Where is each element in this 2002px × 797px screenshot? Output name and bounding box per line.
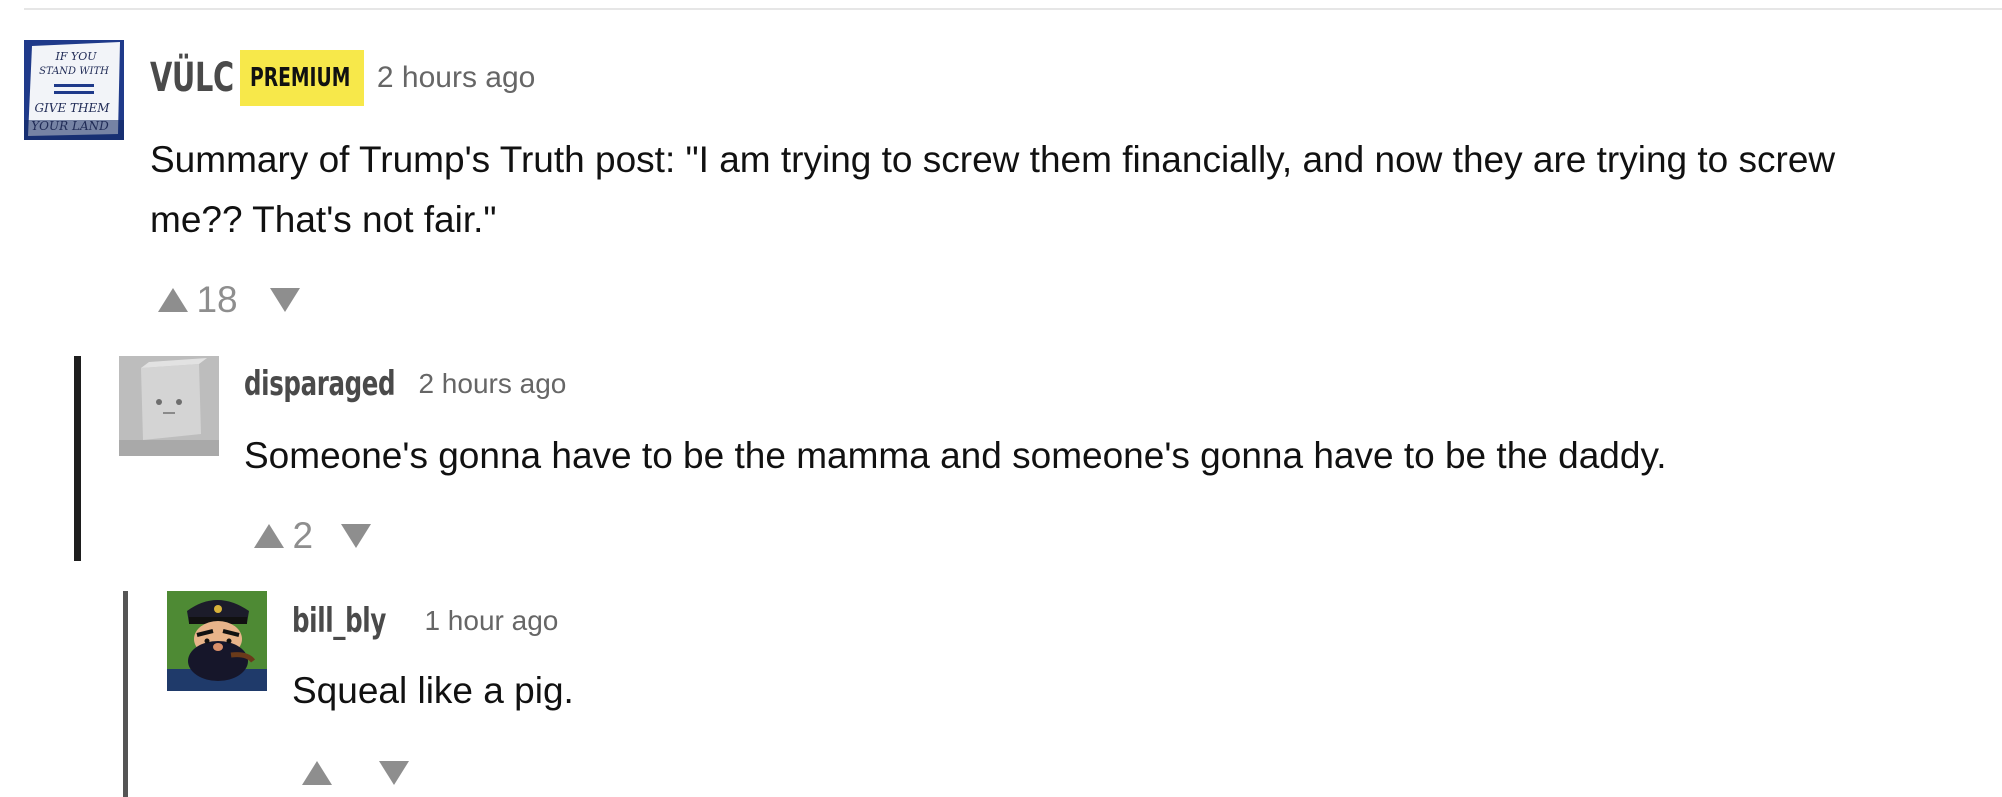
avatar-image [167,591,267,691]
comment-body-line: Squeal like a pig. [292,670,574,711]
comment: IF YOU STAND WITH GIVE THEM YOUR LAND VÜ… [0,0,2002,330]
downvote-arrow-icon[interactable] [270,288,301,312]
upvote-arrow-icon[interactable] [158,288,188,312]
avatar-image [119,356,219,456]
downvote-arrow-icon[interactable] [341,524,372,548]
avatar[interactable]: IF YOU STAND WITH GIVE THEM YOUR LAND [24,40,124,140]
vote-controls [302,750,409,796]
svg-text:GIVE THEM: GIVE THEM [34,101,110,115]
comment-body-line: me?? That's not fair." [150,199,497,240]
comment-reply: bill_bly 1 hour ago Squeal like a pig. [0,585,2002,797]
timestamp[interactable]: 1 hour ago [424,599,558,643]
avatar-image: IF YOU STAND WITH GIVE THEM YOUR LAND [24,40,124,140]
thread-line[interactable] [74,356,81,561]
avatar[interactable] [119,356,219,456]
comment-body-line: Someone's gonna have to be the mamma and… [244,435,1667,476]
comment-meta: bill_bly 1 hour ago [292,599,558,643]
comment-meta: disparaged 2 hours ago [244,362,566,406]
vote-controls: 18 [158,277,301,323]
premium-badge-label: PREMIUM [250,63,351,93]
comment-body: Summary of Trump's Truth post: "I am try… [150,130,2000,250]
thread-line[interactable] [123,591,128,797]
vote-score: 18 [196,279,238,320]
timestamp[interactable]: 2 hours ago [377,50,535,106]
upvote-arrow-icon[interactable] [302,760,332,785]
upvote-arrow-icon[interactable] [254,524,284,548]
avatar[interactable] [167,591,267,691]
username[interactable]: disparaged [244,362,396,406]
svg-text:YOUR LAND: YOUR LAND [31,119,109,133]
timestamp[interactable]: 2 hours ago [418,362,566,406]
username[interactable]: bill_bly [292,599,386,643]
comment-body: Squeal like a pig. [292,665,1892,717]
comment-body-line: Summary of Trump's Truth post: "I am try… [150,139,1836,180]
vote-score: 2 [292,515,314,556]
vote-controls: 2 [254,513,372,559]
svg-text:STAND WITH: STAND WITH [39,66,109,77]
downvote-arrow-icon[interactable] [378,760,409,785]
comment-body: Someone's gonna have to be the mamma and… [244,430,1944,482]
username[interactable]: VÜLC [150,50,234,106]
svg-text:IF YOU: IF YOU [54,50,97,63]
premium-badge: PREMIUM [240,50,365,106]
comment-reply: disparaged 2 hours ago Someone's gonna h… [0,350,2002,565]
comment-meta: VÜLC PREMIUM 2 hours ago [150,50,535,106]
